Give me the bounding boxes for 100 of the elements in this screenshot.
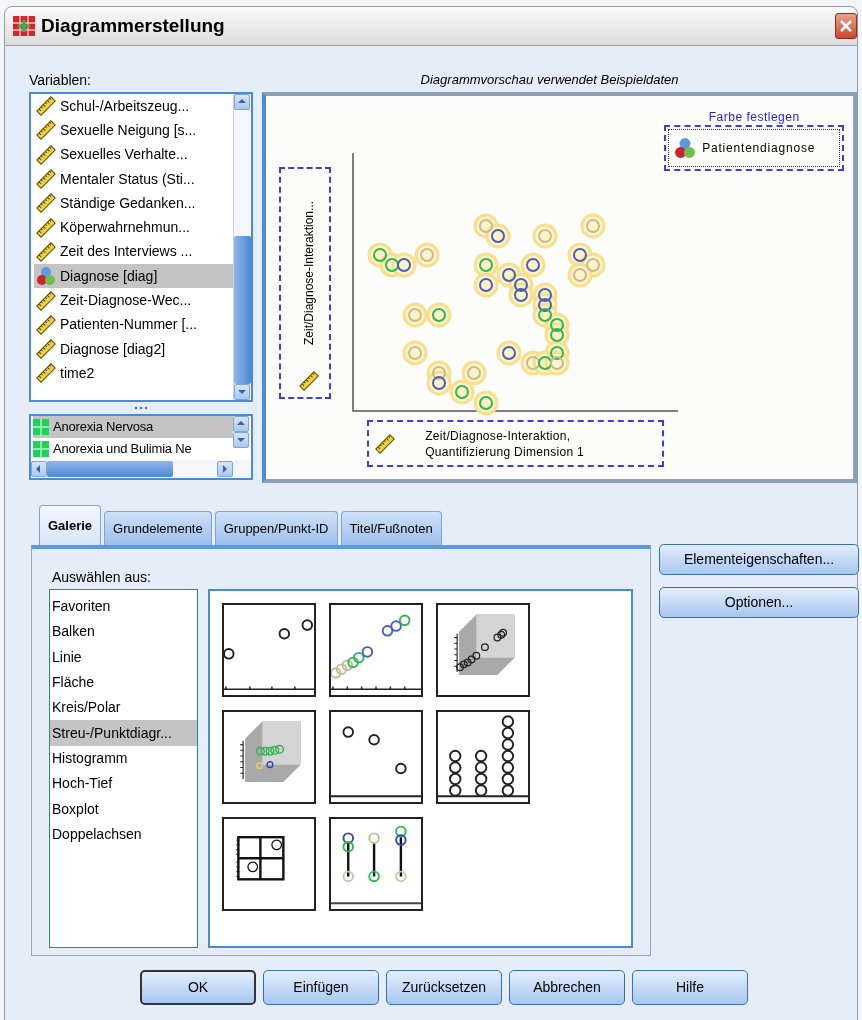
nominal-icon xyxy=(36,266,56,287)
variable-item[interactable]: Sexuelle Neigung [s... xyxy=(34,118,234,143)
data-point xyxy=(538,298,553,312)
preview-caption: Diagrammvorschau verwendet Beispieldaten xyxy=(419,72,680,88)
variable-name: Mentaler Status (Sti... xyxy=(60,169,195,189)
variable-list[interactable] xyxy=(29,92,254,402)
data-point xyxy=(479,396,494,410)
y-axis-label: Zeit/Diagnose-Interaktion... xyxy=(302,200,317,346)
data-point xyxy=(586,219,601,233)
chart-thumbnail[interactable] xyxy=(435,710,530,804)
chart-thumbnail[interactable] xyxy=(328,817,423,911)
close-button[interactable] xyxy=(835,13,857,39)
dialog-button[interactable]: Zurücksetzen xyxy=(386,970,502,1005)
x-axis-label: Zeit/Diagnose-Interaktion, Quantifizierung Dimension 1 xyxy=(425,427,585,460)
variable-name: Zeit des Interviews ... xyxy=(60,242,193,262)
dialog-button[interactable]: Hilfe xyxy=(632,970,748,1005)
variable-item[interactable]: Diagnose [diag] xyxy=(34,264,234,289)
x-axis-drop-zone[interactable]: Zeit/Diagnose-Interaktion, Quantifizierung Dimension 1 xyxy=(367,420,665,467)
dialog-button[interactable]: Abbrechen xyxy=(509,970,625,1005)
variable-item[interactable]: Ständige Gedanken... xyxy=(34,191,234,216)
variable-item[interactable]: Diagnose [diag2] xyxy=(34,336,234,362)
data-point xyxy=(550,346,565,360)
color-drop-zone[interactable]: Patientendiagnose xyxy=(664,125,845,171)
data-point xyxy=(373,248,388,262)
data-point xyxy=(420,248,435,262)
variable-name: Zeit-Diagnose-Wec... xyxy=(60,291,192,310)
data-point xyxy=(538,229,553,243)
variable-item[interactable]: Köperwahrnehmun... xyxy=(34,215,234,240)
scroll-down-button[interactable] xyxy=(234,384,251,400)
data-point xyxy=(432,376,447,390)
data-point xyxy=(397,258,412,272)
scroll-up-button[interactable] xyxy=(234,94,251,110)
data-point xyxy=(514,278,529,292)
data-point xyxy=(538,356,553,370)
chart-type-item[interactable]: Balken xyxy=(50,619,197,645)
dialog-button[interactable]: Einfügen xyxy=(263,970,379,1005)
chart-type-item[interactable]: Favoriten xyxy=(50,594,197,620)
chart-thumbnail[interactable] xyxy=(221,603,316,697)
color-zone-title: Farbe festlegen xyxy=(707,109,801,126)
chart-thumbnail[interactable] xyxy=(328,710,423,804)
chart-type-item[interactable]: Doppelachsen xyxy=(50,821,197,847)
data-point xyxy=(479,278,494,292)
variable-item[interactable]: Patienten-Nummer [... xyxy=(34,312,234,337)
data-point xyxy=(432,308,447,322)
scrollbar[interactable] xyxy=(233,94,252,400)
scroll-right-button[interactable] xyxy=(217,461,234,477)
tab[interactable]: Galerie xyxy=(39,505,102,545)
chart-thumbnail[interactable] xyxy=(328,603,423,697)
y-axis-drop-zone[interactable]: Zeit/Diagnose-Interaktion... xyxy=(279,167,332,399)
window-title: Diagrammerstellung xyxy=(41,13,226,38)
scrollbar-thumb[interactable] xyxy=(47,461,173,477)
variable-name: Köperwahrnehmun... xyxy=(60,218,190,238)
category-item[interactable]: Anorexia Nervosa xyxy=(33,416,234,438)
variable-name: Patienten-Nummer [... xyxy=(60,315,197,335)
variable-item[interactable]: Sexuelles Verhalte... xyxy=(34,142,234,167)
category-list[interactable]: Anorexia Nervosa Anorexia und Bulimia Ne xyxy=(29,414,254,480)
tab[interactable]: Titel/Fußnoten xyxy=(340,511,442,545)
data-point xyxy=(586,258,601,272)
nominal-icon xyxy=(674,137,697,159)
horizontal-scrollbar[interactable] xyxy=(31,460,252,478)
variable-item[interactable]: Zeit-Diagnose-Wec... xyxy=(34,288,234,313)
data-point xyxy=(550,328,565,342)
splitter-handle-icon[interactable] xyxy=(134,406,149,410)
data-point xyxy=(432,366,447,380)
data-point xyxy=(467,366,482,380)
chart-thumbnail[interactable] xyxy=(221,817,316,911)
dialog-button[interactable]: OK xyxy=(140,970,256,1005)
chart-type-item[interactable]: Kreis/Polar xyxy=(50,695,197,721)
data-point xyxy=(526,356,541,370)
chart-type-item[interactable]: Hoch-Tief xyxy=(50,771,197,797)
variable-name: Ständige Gedanken... xyxy=(60,193,196,213)
variable-name: Schul-/Arbeitszeug... xyxy=(60,96,190,116)
app-icon xyxy=(13,16,35,36)
variable-item[interactable]: Mentaler Status (Sti... xyxy=(34,166,234,192)
variable-item[interactable]: Zeit des Interviews ... xyxy=(34,239,234,265)
tab[interactable]: Gruppen/Punkt-ID xyxy=(214,511,338,545)
chart-thumbnail[interactable] xyxy=(435,603,530,697)
scrollbar-thumb[interactable] xyxy=(234,236,252,384)
side-button[interactable]: Optionen... xyxy=(659,587,859,618)
chart-thumbnail[interactable] xyxy=(221,710,316,804)
chart-type-item[interactable]: Streu-/Punktdiagr... xyxy=(50,720,197,746)
category-item[interactable]: Anorexia und Bulimia Ne xyxy=(33,438,234,460)
variable-name: Sexuelles Verhalte... xyxy=(60,145,188,165)
variable-name: Diagnose [diag2] xyxy=(60,339,166,359)
data-point xyxy=(479,258,494,272)
chart-type-item[interactable]: Fläche xyxy=(50,669,197,696)
color-zone-label: Patientendiagnose xyxy=(702,140,816,157)
chart-type-item[interactable]: Linie xyxy=(50,644,197,670)
tab[interactable]: Grundelemente xyxy=(104,511,212,545)
chart-type-list[interactable]: Favoriten Balken Linie Fläche Kreis/Polar Streu-/Punktdiagr... Histogramm Hoch-Tief Boxplot Doppelachsen xyxy=(49,589,198,948)
chart-type-item[interactable]: Histogramm xyxy=(50,745,197,772)
variable-item[interactable]: time2 xyxy=(34,361,234,386)
scroll-down-button[interactable] xyxy=(233,432,250,448)
data-point xyxy=(526,258,541,272)
scroll-up-button[interactable] xyxy=(233,416,250,432)
scroll-left-button[interactable] xyxy=(31,461,47,477)
variable-item[interactable]: Schul-/Arbeitszeug... xyxy=(34,94,234,119)
side-button[interactable]: Elementeigenschaften... xyxy=(659,544,859,575)
data-point xyxy=(538,288,553,302)
chart-type-item[interactable]: Boxplot xyxy=(50,796,197,822)
